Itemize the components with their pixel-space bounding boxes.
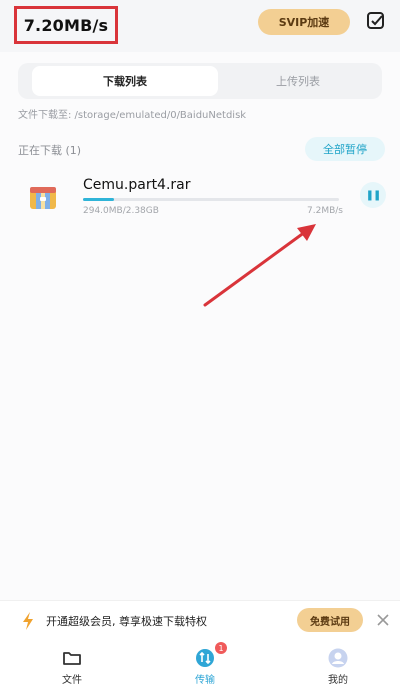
nav-transfer[interactable]: 1 传输: [165, 642, 245, 686]
free-trial-button[interactable]: 免费试用: [297, 608, 363, 632]
transfer-icon: [196, 649, 214, 667]
download-progress-bar: [83, 198, 339, 201]
download-item-speed: 7.2MB/s: [307, 206, 343, 216]
close-icon[interactable]: [376, 613, 390, 627]
download-size-progress: 294.0MB/2.38GB: [83, 206, 159, 216]
transfer-badge: 1: [215, 642, 227, 654]
multi-select-icon[interactable]: [365, 10, 387, 32]
download-file-name: Cemu.part4.rar: [83, 177, 191, 193]
pause-download-button[interactable]: ❚❚: [360, 182, 386, 208]
nav-mine-label: 我的: [328, 675, 348, 686]
downloading-section-title: 正在下载 (1): [18, 144, 82, 157]
pause-icon: ❚❚: [365, 189, 382, 201]
transfer-tabs: 下载列表 上传列表: [18, 63, 382, 99]
download-speed-total: 7.20MB/s: [23, 15, 109, 35]
archive-file-icon: [30, 187, 56, 209]
top-bar: 7.20MB/s SVIP加速: [0, 0, 400, 52]
lightning-icon: [23, 612, 33, 630]
transfer-panel: 下载列表 上传列表 文件下载至: /storage/emulated/0/Bai…: [0, 52, 400, 600]
bottom-nav: 文件 1 传输 我的: [0, 640, 400, 688]
nav-transfer-label: 传输: [195, 675, 215, 686]
tab-upload-list[interactable]: 上传列表: [218, 66, 378, 96]
tab-download-list[interactable]: 下载列表: [32, 66, 218, 96]
svip-boost-button[interactable]: SVIP加速: [258, 9, 350, 35]
speed-indicator: 7.20MB/s: [14, 6, 118, 44]
download-progress-fill: [83, 198, 114, 201]
nav-mine[interactable]: 我的: [298, 644, 378, 686]
avatar-icon: [328, 648, 348, 668]
nav-files[interactable]: 文件: [32, 644, 112, 686]
nav-files-label: 文件: [62, 675, 82, 686]
download-path: 文件下载至: /storage/emulated/0/BaiduNetdisk: [18, 110, 247, 121]
promo-text: 开通超级会员, 尊享极速下载特权: [46, 615, 207, 628]
pause-all-button[interactable]: 全部暂停: [305, 137, 385, 161]
svip-promo-bar: 开通超级会员, 尊享极速下载特权 免费试用: [0, 600, 400, 640]
folder-icon: [63, 652, 81, 665]
